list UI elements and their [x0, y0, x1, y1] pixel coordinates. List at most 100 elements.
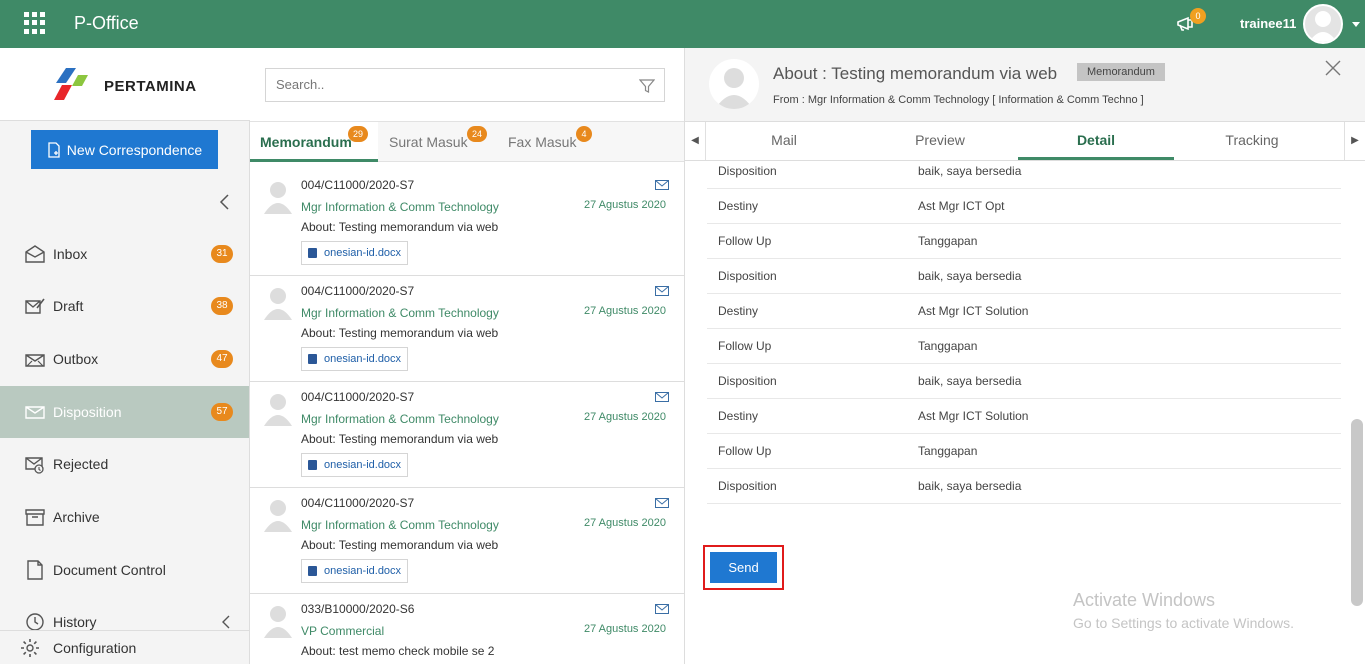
search-box	[265, 68, 665, 102]
tab-label: Fax Masuk	[508, 134, 577, 150]
document-type-tag: Memorandum	[1077, 63, 1165, 81]
close-icon[interactable]	[1325, 60, 1341, 76]
item-sender: Mgr Information & Comm Technology	[301, 200, 499, 214]
tab-count-badge: 24	[467, 126, 487, 142]
search-input[interactable]	[276, 77, 616, 92]
item-subject: About: Testing memorandum via web	[301, 538, 499, 552]
attachment-chip[interactable]: onesian-id.docx	[301, 453, 409, 477]
tab-tracking[interactable]: Tracking	[1174, 122, 1330, 160]
gear-icon	[21, 639, 39, 657]
item-date: 27 Agustus 2020	[584, 517, 666, 529]
attachment-chip[interactable]: onesian-id.docx	[301, 347, 409, 371]
inbox-count-badge: 31	[211, 245, 233, 263]
sidebar-item-label: Document Control	[53, 562, 166, 578]
item-subject: About: Testing memorandum via web	[301, 432, 499, 446]
row-value: Ast Mgr ICT Solution	[918, 304, 1029, 318]
sidebar-item-disposition[interactable]: Disposition 57	[0, 386, 249, 438]
sidebar-item-document-control[interactable]: Document Control	[0, 544, 249, 596]
sidebar-item-rejected[interactable]: Rejected	[0, 438, 249, 490]
detail-row: Disposition baik, saya bersedia	[707, 161, 1341, 189]
list-item[interactable]: 004/C11000/2020-S7 Mgr Information & Com…	[250, 170, 684, 276]
sidebar-item-draft[interactable]: Draft 38	[0, 280, 249, 332]
mail-icon	[655, 286, 669, 296]
item-subject: About: test memo check mobile se 2	[301, 644, 495, 658]
attachment-name: onesian-id.docx	[324, 353, 402, 365]
sidebar-item-label: History	[53, 614, 97, 630]
attachment-name: onesian-id.docx	[324, 565, 402, 577]
tab-detail[interactable]: Detail	[1018, 122, 1174, 160]
tabs-scroll-right-icon[interactable]: ▶	[1344, 122, 1365, 160]
row-value: Tanggapan	[918, 234, 978, 248]
item-number: 033/B10000/2020-S6	[301, 602, 415, 616]
tab-fax-masuk[interactable]: Fax Masuk 4	[496, 122, 606, 162]
scrollbar-thumb[interactable]	[1351, 419, 1363, 606]
item-sender: Mgr Information & Comm Technology	[301, 518, 499, 532]
tabs-scroll-left-icon[interactable]: ◀	[685, 122, 706, 160]
tab-preview[interactable]: Preview	[862, 122, 1018, 160]
word-doc-icon	[308, 248, 317, 258]
sidebar-item-label: Archive	[53, 509, 100, 525]
draft-count-badge: 38	[211, 297, 233, 315]
sidebar-item-label: Disposition	[53, 404, 122, 420]
avatar	[264, 606, 292, 638]
send-button[interactable]: Send	[710, 552, 777, 583]
document-control-icon	[27, 560, 43, 580]
collapse-sidebar-icon[interactable]	[218, 194, 232, 210]
sidebar-item-outbox[interactable]: Outbox 47	[0, 333, 249, 385]
row-key: Destiny	[718, 199, 759, 213]
item-date: 27 Agustus 2020	[584, 305, 666, 317]
item-date: 27 Agustus 2020	[584, 199, 666, 211]
notification-badge: 0	[1190, 8, 1206, 24]
detail-tabs: ◀ Mail Preview Detail Tracking ▶	[685, 122, 1365, 161]
user-avatar[interactable]	[1303, 4, 1343, 44]
app-title: P-Office	[74, 13, 139, 33]
avatar	[264, 394, 292, 426]
row-key: Disposition	[718, 374, 777, 388]
tab-count-badge: 4	[576, 126, 592, 142]
item-sender: VP Commercial	[301, 624, 385, 638]
app-grid-icon[interactable]	[24, 12, 46, 34]
word-doc-icon	[308, 460, 317, 470]
sidebar-item-inbox[interactable]: Inbox 31	[0, 228, 249, 280]
history-icon	[26, 613, 44, 631]
list-item[interactable]: 004/C11000/2020-S7 Mgr Information & Com…	[250, 276, 684, 382]
sidebar-item-archive[interactable]: Archive	[0, 491, 249, 543]
top-bar: P-Office 0 trainee11	[0, 0, 1365, 48]
new-correspondence-button[interactable]: New Correspondence	[31, 130, 218, 169]
row-value: Ast Mgr ICT Solution	[918, 409, 1029, 423]
list-item[interactable]: 033/B10000/2020-S6 VP Commercial About: …	[250, 594, 684, 664]
attachment-chip[interactable]: onesian-id.docx	[301, 241, 409, 265]
detail-row: Follow Up Tanggapan	[707, 329, 1341, 364]
filter-icon[interactable]	[639, 78, 655, 94]
attachment-chip[interactable]: onesian-id.docx	[301, 559, 409, 583]
row-value: baik, saya bersedia	[918, 269, 1022, 283]
item-number: 004/C11000/2020-S7	[301, 496, 415, 510]
row-value: baik, saya bersedia	[918, 164, 1022, 178]
row-value: Ast Mgr ICT Opt	[918, 199, 1005, 213]
sidebar-item-label: Rejected	[53, 456, 109, 472]
outbox-count-badge: 47	[211, 350, 233, 368]
tab-mail[interactable]: Mail	[706, 122, 862, 160]
draft-icon	[25, 298, 45, 314]
sidebar-item-configuration[interactable]: Configuration	[0, 630, 249, 664]
detail-header: About : Testing memorandum via web Memor…	[685, 48, 1365, 122]
list-item[interactable]: 004/C11000/2020-S7 Mgr Information & Com…	[250, 488, 684, 594]
configuration-label: Configuration	[53, 640, 137, 656]
mail-icon	[655, 604, 669, 614]
item-subject: About: Testing memorandum via web	[301, 220, 499, 234]
username[interactable]: trainee11	[1240, 16, 1296, 31]
tab-memorandum[interactable]: Memorandum 29	[250, 122, 378, 162]
detail-row: Follow Up Tanggapan	[707, 434, 1341, 469]
tab-label: Surat Masuk	[389, 134, 468, 150]
detail-from: From : Mgr Information & Comm Technology…	[773, 94, 1144, 106]
chevron-left-icon[interactable]	[220, 615, 232, 629]
chevron-down-icon[interactable]	[1352, 22, 1360, 27]
list-item[interactable]: 004/C11000/2020-S7 Mgr Information & Com…	[250, 382, 684, 488]
outbox-icon	[25, 354, 45, 367]
row-key: Follow Up	[718, 339, 772, 353]
detail-table: Disposition baik, saya bersedia Destiny As…	[707, 161, 1341, 504]
list-tabs: Memorandum 29 Surat Masuk 24 Fax Masuk 4	[250, 121, 684, 162]
tab-label: Memorandum	[260, 134, 352, 150]
detail-row: Destiny Ast Mgr ICT Solution	[707, 294, 1341, 329]
tab-surat-masuk[interactable]: Surat Masuk 24	[378, 122, 496, 162]
